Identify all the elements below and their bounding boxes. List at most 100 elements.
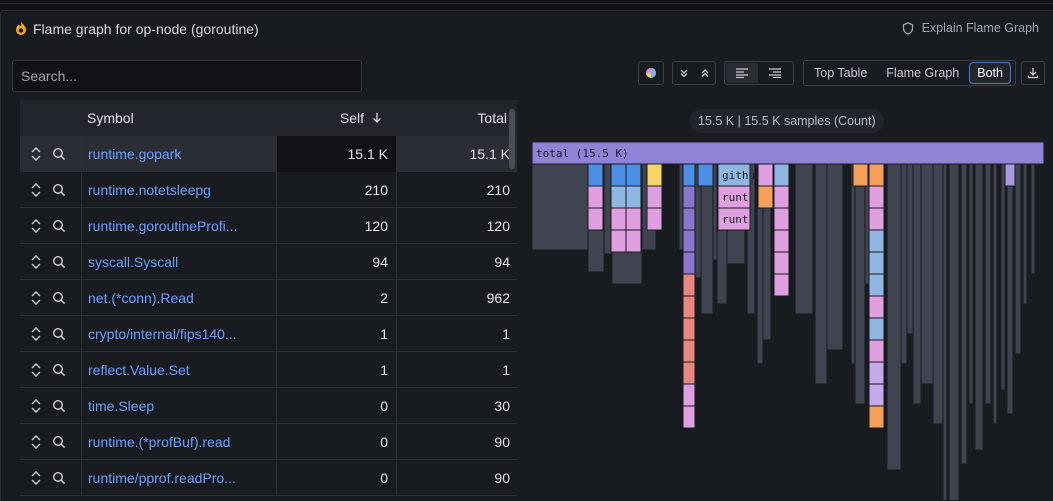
flame-frame[interactable] [682, 251, 696, 275]
symbol-cell[interactable]: crypto/internal/fips140... [81, 316, 276, 352]
symbol-cell[interactable]: syscall.Syscall [81, 244, 276, 280]
flame-frame[interactable] [1000, 163, 1006, 391]
flame-frame[interactable] [868, 383, 885, 407]
flame-frame[interactable] [773, 185, 790, 209]
symbol-cell[interactable]: runtime.goroutineProfi... [81, 208, 276, 244]
flame-frame[interactable] [757, 185, 774, 209]
focus-expand-icon[interactable] [30, 254, 42, 270]
search-icon[interactable] [52, 147, 66, 161]
symbol-cell[interactable]: time.Sleep [81, 388, 276, 424]
flame-frame[interactable] [682, 207, 696, 231]
flame-frame[interactable] [587, 163, 604, 187]
flame-frame[interactable] [682, 229, 696, 253]
search-icon[interactable] [52, 363, 66, 377]
flame-frame[interactable] [531, 163, 589, 251]
flame-frame[interactable] [773, 163, 790, 187]
search-icon[interactable] [52, 219, 66, 233]
table-row[interactable]: runtime.notetsleepg 210 210 [20, 172, 517, 208]
flame-frame[interactable] [610, 229, 627, 253]
color-scheme-button[interactable] [638, 61, 664, 85]
search-input[interactable] [12, 60, 362, 92]
flame-frame[interactable] [960, 163, 968, 465]
export-button[interactable] [1021, 61, 1045, 85]
flame-frame[interactable] [682, 317, 696, 341]
flame-frame[interactable] [646, 207, 663, 231]
flame-frame[interactable] [625, 163, 642, 187]
focus-expand-icon[interactable] [30, 362, 42, 378]
flame-frame[interactable] [773, 273, 790, 297]
explain-flame-graph-button[interactable]: Explain Flame Graph [902, 21, 1039, 35]
flame-frame[interactable] [1006, 163, 1014, 415]
flame-frame[interactable] [610, 185, 627, 209]
search-icon[interactable] [52, 399, 66, 413]
flame-frame[interactable] [682, 405, 696, 429]
search-icon[interactable] [52, 291, 66, 305]
flame-frame[interactable] [610, 207, 627, 231]
flame-frame[interactable] [920, 163, 934, 385]
focus-expand-icon[interactable] [30, 470, 42, 486]
flame-frame[interactable] [773, 207, 790, 231]
flame-frame[interactable] [757, 163, 774, 187]
flame-frame[interactable] [697, 163, 714, 187]
flame-frame[interactable] [868, 207, 885, 231]
focus-expand-icon[interactable] [30, 398, 42, 414]
search-icon[interactable] [52, 255, 66, 269]
search-icon[interactable] [52, 183, 66, 197]
flame-frame[interactable] [682, 163, 696, 187]
flame-frame[interactable] [682, 185, 696, 209]
view-top-table-button[interactable]: Top Table [805, 62, 876, 84]
flame-frame[interactable] [1014, 163, 1022, 355]
flame-frame[interactable] [992, 163, 998, 425]
table-row[interactable]: runtime.(*profBuf).read 0 90 [20, 424, 517, 460]
flame-frame[interactable] [868, 361, 885, 385]
flame-frame[interactable] [625, 207, 642, 231]
flame-frame[interactable] [868, 405, 885, 429]
flame-frame[interactable] [974, 163, 984, 451]
flame-frame[interactable] [682, 361, 696, 385]
table-row[interactable]: syscall.Syscall 94 94 [20, 244, 517, 280]
flame-frame[interactable] [646, 163, 663, 187]
table-row[interactable]: reflect.Value.Set 1 1 [20, 352, 517, 388]
flame-frame[interactable] [868, 295, 885, 319]
flame-frame[interactable] [868, 229, 885, 253]
table-row[interactable]: runtime.goroutineProfi... 120 120 [20, 208, 517, 244]
view-both-button[interactable]: Both [969, 62, 1011, 84]
flame-frame[interactable] [682, 339, 696, 363]
align-right-button[interactable] [759, 63, 791, 83]
flame-frame[interactable] [773, 229, 790, 253]
focus-expand-icon[interactable] [30, 290, 42, 306]
flame-frame[interactable] [814, 163, 828, 385]
flame-frame[interactable] [942, 163, 948, 500]
flame-frame[interactable] [682, 383, 696, 407]
table-row[interactable]: runtime.gopark 15.1 K 15.1 K [20, 136, 517, 172]
focus-expand-icon[interactable] [30, 182, 42, 198]
flame-frame[interactable] [794, 163, 814, 315]
flame-frame[interactable] [868, 339, 885, 363]
align-left-button[interactable] [726, 63, 758, 83]
flame-frame[interactable] [712, 163, 718, 261]
expand-all-button[interactable] [695, 63, 715, 83]
focus-expand-icon[interactable] [30, 146, 42, 162]
flame-frame[interactable] [968, 163, 974, 405]
flame-frame[interactable] [1004, 163, 1016, 187]
flame-frame[interactable] [932, 163, 944, 425]
table-row[interactable]: time.Sleep 0 30 [20, 388, 517, 424]
symbol-cell[interactable]: net.(*conn).Read [81, 280, 276, 316]
flame-frame[interactable] [854, 163, 866, 405]
flame-frame[interactable] [773, 251, 790, 275]
flame-frame[interactable] [906, 163, 914, 335]
focus-expand-icon[interactable] [30, 326, 42, 342]
symbol-column-header[interactable]: Symbol [87, 100, 134, 136]
search-icon[interactable] [52, 327, 66, 341]
table-row[interactable]: crypto/internal/fips140... 1 1 [20, 316, 517, 352]
flame-frame[interactable] [625, 229, 642, 253]
table-row[interactable]: net.(*conn).Read 2 962 [20, 280, 517, 316]
total-column-header[interactable]: Total [396, 100, 517, 136]
flame-frame[interactable] [1030, 163, 1036, 275]
flame-frame[interactable] [610, 163, 627, 187]
flame-frame[interactable] [587, 185, 604, 209]
flame-frame[interactable] [1022, 163, 1028, 305]
flame-frame[interactable] [850, 163, 856, 365]
search-icon[interactable] [52, 435, 66, 449]
flame-frame[interactable] [948, 163, 960, 500]
